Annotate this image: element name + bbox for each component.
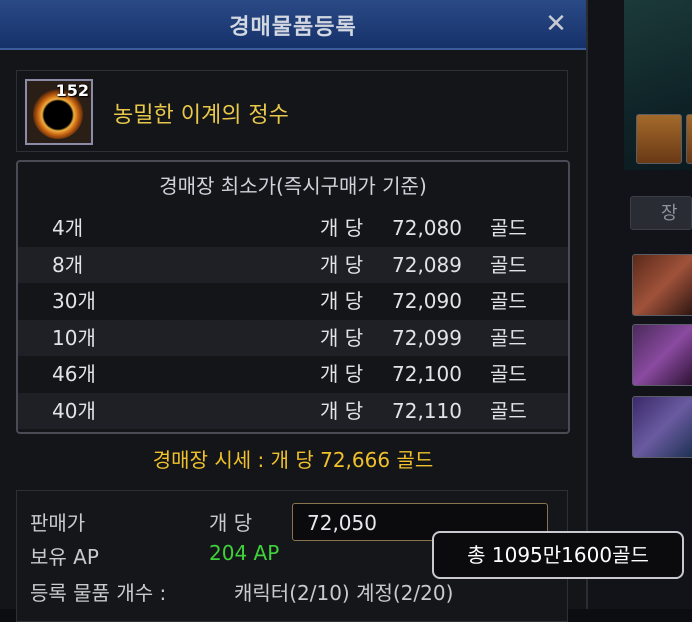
listing-price: 72,089 xyxy=(392,252,462,277)
listing-quantity: 4개 xyxy=(52,216,84,240)
dialog-title: 경매물품등록 xyxy=(229,15,357,40)
ap-value: 204 AP xyxy=(209,541,280,565)
background-slot-icon xyxy=(686,114,692,164)
listing-quantity: 30개 xyxy=(52,289,96,313)
dark-orb-icon: 152 xyxy=(25,79,93,145)
listing-row: 30개 개 당 72,090 골드 xyxy=(18,283,568,320)
listing-currency: 골드 xyxy=(490,289,527,313)
close-button[interactable]: ✕ xyxy=(540,8,572,40)
background-slot-icon xyxy=(636,114,682,164)
listing-currency: 골드 xyxy=(490,216,527,240)
listing-row: 46개 개 당 72,100 골드 xyxy=(18,356,568,393)
listing-row: 4개 개 당 72,080 골드 xyxy=(18,210,568,247)
listing-unit: 개 당 xyxy=(320,289,364,313)
background-item-slot xyxy=(632,396,692,458)
background-item-slot xyxy=(632,254,692,316)
per-unit-label: 개 당 xyxy=(209,511,253,535)
listing-unit: 개 당 xyxy=(320,252,364,277)
title-bar[interactable]: 경매물품등록 ✕ xyxy=(0,0,586,50)
listing-currency: 골드 xyxy=(490,398,527,423)
listing-price: 72,110 xyxy=(392,398,462,423)
lowest-price-list: 경매장 최소가(즉시구매가 기준) 4개 개 당 72,080 골드 8개 개 … xyxy=(16,160,570,434)
listing-unit: 개 당 xyxy=(320,362,364,386)
listing-unit: 개 당 xyxy=(320,325,364,350)
listing-unit: 개 당 xyxy=(320,398,364,423)
background-tab: 장 xyxy=(630,196,692,230)
listing-quantity: 8개 xyxy=(52,252,84,277)
item-name: 농밀한 이계의 정수 xyxy=(113,103,289,128)
listing-unit: 개 당 xyxy=(320,216,364,240)
listing-quantity: 10개 xyxy=(52,325,96,350)
auction-register-dialog: 경매물품등록 ✕ 152 농밀한 이계의 정수 경매장 최소가(즉시구매가 기준… xyxy=(0,0,588,622)
listing-row: 10개 개 당 72,099 골드 xyxy=(18,319,568,356)
listing-row: 8개 개 당 72,089 골드 xyxy=(18,246,568,283)
listing-row: 40개 개 당 72,110 골드 xyxy=(18,392,568,429)
sell-price-label: 판매가 xyxy=(30,511,86,535)
listing-currency: 골드 xyxy=(490,362,527,386)
total-price-tooltip: 총 1095만1600골드 xyxy=(432,531,684,579)
registered-count-value: 캐릭터(2/10) 계정(2/20) xyxy=(234,581,454,605)
listing-quantity: 40개 xyxy=(52,398,96,423)
listing-price: 72,080 xyxy=(392,216,462,240)
market-price: 경매장 시세 : 개 당 72,666 골드 xyxy=(152,448,434,472)
listing-quantity: 46개 xyxy=(52,362,96,386)
list-header: 경매장 최소가(즉시구매가 기준) xyxy=(159,174,427,198)
listing-price: 72,099 xyxy=(392,325,462,350)
item-box: 152 농밀한 이계의 정수 xyxy=(16,70,568,152)
listing-currency: 골드 xyxy=(490,325,527,350)
listing-currency: 골드 xyxy=(490,252,527,277)
ap-label: 보유 AP xyxy=(30,545,99,569)
item-count: 152 xyxy=(55,81,89,100)
background-item-slot xyxy=(632,324,692,386)
listing-price: 72,090 xyxy=(392,289,462,313)
listing-price: 72,100 xyxy=(392,362,462,386)
registered-count-label: 등록 물품 개수 : xyxy=(30,581,167,605)
